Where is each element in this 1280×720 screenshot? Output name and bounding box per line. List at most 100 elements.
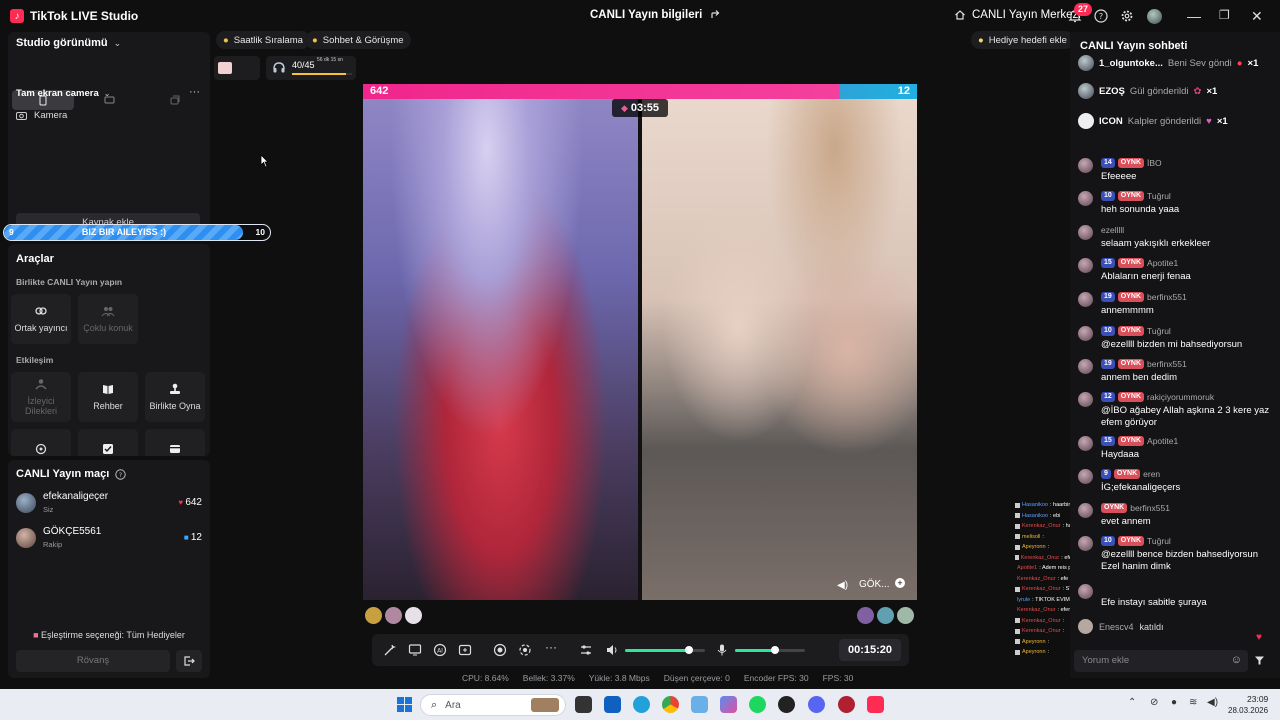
speaker-icon[interactable] xyxy=(605,643,619,657)
screen-share-icon[interactable] xyxy=(408,643,422,657)
chat-username[interactable]: rakiçiyorummoruk xyxy=(1147,392,1214,402)
chat-username[interactable]: Apotite1 xyxy=(1147,258,1178,268)
more-icon[interactable]: ··· xyxy=(545,640,559,654)
gear-icon[interactable] xyxy=(1120,9,1134,23)
help-icon[interactable]: ? xyxy=(115,468,127,480)
match-row-rival[interactable]: GÖKÇE5561 Rakip ■ 12 xyxy=(16,524,202,552)
magic-wand-icon[interactable] xyxy=(383,643,397,657)
studio-view-dropdown[interactable]: Studio görünümü ⌄ xyxy=(16,37,121,49)
cohost-tool[interactable]: Ortak yayıncı xyxy=(11,294,71,344)
tool-row-more-3[interactable] xyxy=(145,429,205,456)
task-view-icon[interactable] xyxy=(575,696,592,713)
avatar[interactable] xyxy=(1078,392,1093,407)
avatar[interactable] xyxy=(1078,584,1093,599)
avatar[interactable] xyxy=(1078,536,1093,551)
chrome-icon[interactable] xyxy=(662,696,679,713)
chat-username[interactable]: ezelllll xyxy=(1101,225,1124,235)
microphone-icon[interactable] xyxy=(715,643,729,657)
avatar[interactable] xyxy=(1078,436,1093,451)
live-info-button[interactable]: CANLI Yayın bilgileri xyxy=(590,9,722,21)
chat-username[interactable]: berfinx551 xyxy=(1147,292,1187,302)
outlook-icon[interactable] xyxy=(604,696,621,713)
live-center-button[interactable]: CANLI Yayın Merkezi xyxy=(954,9,1081,21)
avatar[interactable] xyxy=(1078,503,1093,518)
chat-meet-chip[interactable]: ● Sohbet & Görüşme xyxy=(305,31,411,49)
match-row-self[interactable]: efekanaligeçer Siz ♥ 642 xyxy=(16,489,202,517)
chevron-up-icon[interactable]: ⌃ xyxy=(1128,697,1136,708)
avatar[interactable] xyxy=(1078,158,1093,173)
add-icon[interactable]: + xyxy=(895,578,905,588)
avatar[interactable] xyxy=(1078,258,1093,273)
taskbar-search[interactable]: ⌕ Ara xyxy=(420,694,566,716)
camera-source-item[interactable]: Kamera xyxy=(16,110,67,121)
microphone-icon[interactable]: ● xyxy=(1171,697,1177,708)
exit-match-button[interactable] xyxy=(176,650,202,672)
gift-goal-button[interactable]: ● Hediye hedefi ekle xyxy=(971,31,1074,49)
copilot-icon[interactable] xyxy=(720,696,737,713)
chat-username[interactable]: Tuğrul xyxy=(1147,191,1171,201)
hourly-ranking-chip[interactable]: ● Saatlik Sıralama xyxy=(216,31,310,49)
speaker-volume-knob[interactable] xyxy=(685,646,693,654)
close-icon[interactable]: ✕ xyxy=(1251,8,1263,25)
avatar[interactable] xyxy=(1078,292,1093,307)
avatar[interactable] xyxy=(1078,191,1093,206)
guide-tool[interactable]: Rehber xyxy=(78,372,138,422)
chat-username[interactable]: berfinx551 xyxy=(1130,503,1170,513)
avatar[interactable] xyxy=(1078,225,1093,240)
tool-row-more-1[interactable] xyxy=(11,429,71,456)
avatar[interactable] xyxy=(1078,326,1093,341)
gift-goal-widget[interactable]: 40/45 56 dk 15 sn xyxy=(266,56,356,80)
wifi-icon[interactable]: ≋ xyxy=(1189,697,1197,708)
record-icon[interactable] xyxy=(493,643,507,657)
speaker-volume-slider[interactable] xyxy=(625,646,705,654)
comment-input[interactable]: Yorum ekle ☺ xyxy=(1074,650,1248,672)
avatar[interactable] xyxy=(385,607,402,624)
windows-start-icon[interactable] xyxy=(397,697,412,712)
network-icon[interactable]: ⊘ xyxy=(1150,697,1158,708)
ai-icon[interactable]: AI xyxy=(433,643,447,657)
maximize-icon[interactable]: ❐ xyxy=(1219,8,1230,22)
filter-icon[interactable] xyxy=(1254,655,1265,666)
rematch-button[interactable]: Rövanş xyxy=(16,650,170,672)
volume-icon[interactable]: ◀) xyxy=(837,580,848,591)
help-icon[interactable]: ? xyxy=(1094,9,1108,23)
chat-message-text: Haydaaa xyxy=(1101,449,1140,460)
app-icon[interactable] xyxy=(838,696,855,713)
capture-icon[interactable] xyxy=(518,643,532,657)
chat-username[interactable]: Tuğrul xyxy=(1147,536,1171,546)
minimize-icon[interactable]: — xyxy=(1187,8,1201,24)
app-icon[interactable] xyxy=(778,696,795,713)
chat-username[interactable]: Apotite1 xyxy=(1147,436,1178,446)
add-layer-icon[interactable] xyxy=(458,643,472,657)
fullscreen-camera-dropdown[interactable]: Tam ekran camera ⌄ xyxy=(16,88,110,99)
tiktok-live-studio-taskbar-icon[interactable] xyxy=(867,696,884,713)
avatar[interactable] xyxy=(1147,9,1162,24)
chat-username[interactable]: Tuğrul xyxy=(1147,326,1171,336)
chat-username[interactable]: berfinx551 xyxy=(1147,359,1187,369)
viewer-requests-tool[interactable]: İzleyici Dilekleri xyxy=(11,372,71,422)
mic-volume-knob[interactable] xyxy=(771,646,779,654)
avatar[interactable] xyxy=(365,607,382,624)
avatar[interactable] xyxy=(1078,469,1093,484)
gift-slot[interactable] xyxy=(214,56,260,80)
avatar[interactable] xyxy=(1078,359,1093,374)
avatar[interactable] xyxy=(857,607,874,624)
edge-icon[interactable] xyxy=(633,696,650,713)
chat-username[interactable]: İBO xyxy=(1147,158,1162,168)
emoji-icon[interactable]: ☺ xyxy=(1231,654,1242,666)
spotify-icon[interactable] xyxy=(749,696,766,713)
tool-row-more-2[interactable] xyxy=(78,429,138,456)
play-together-tool[interactable]: Birlikte Oyna xyxy=(145,372,205,422)
volume-icon[interactable]: ◀) xyxy=(1207,697,1218,708)
mic-volume-slider[interactable] xyxy=(735,646,805,654)
avatar[interactable] xyxy=(405,607,422,624)
avatar[interactable] xyxy=(877,607,894,624)
matching-option[interactable]: ■ Eşleştirme seçeneği: Tüm Hediyeler xyxy=(8,630,210,640)
sliders-icon[interactable] xyxy=(579,643,593,657)
multiguest-tool[interactable]: Çoklu konuk xyxy=(78,294,138,344)
app-icon[interactable] xyxy=(691,696,708,713)
more-options-icon[interactable]: ··· xyxy=(189,86,200,98)
chat-username[interactable]: eren xyxy=(1143,469,1160,479)
avatar[interactable] xyxy=(897,607,914,624)
discord-icon[interactable] xyxy=(808,696,825,713)
